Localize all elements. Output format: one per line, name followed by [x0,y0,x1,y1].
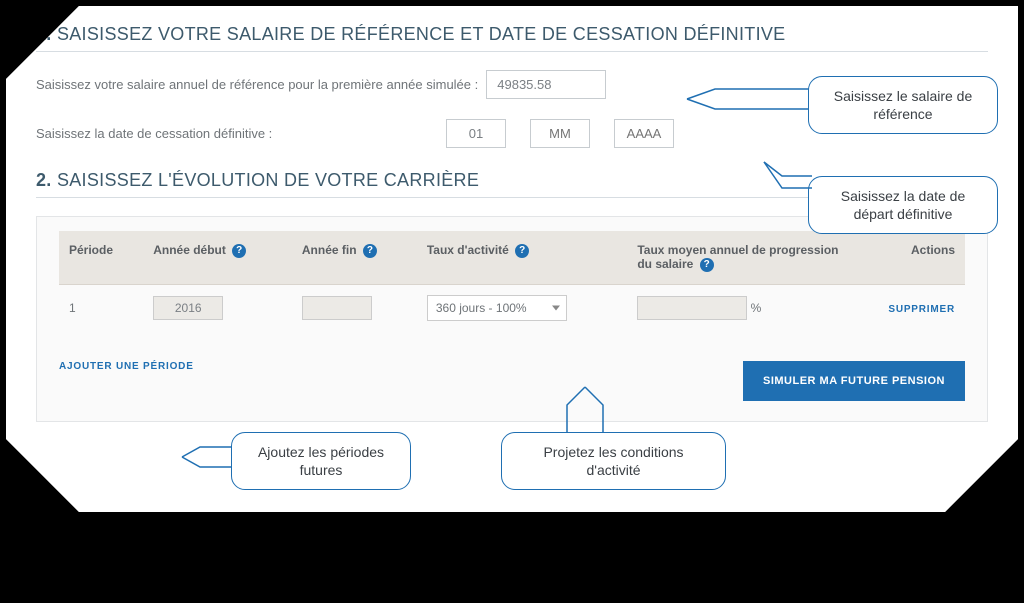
callout-pointer-icon [557,387,617,435]
date-group [446,119,698,148]
salary-label: Saisissez votre salaire annuel de référe… [36,77,478,92]
callout-activity: Projetez les conditions d'activité [501,432,726,490]
section1-heading: 1. SAISISSEZ VOTRE SALAIRE DE RÉFÉRENCE … [36,24,988,45]
date-label: Saisissez la date de cessation définitiv… [36,126,316,141]
section2-title: SAISISSEZ L'ÉVOLUTION DE VOTRE CARRIÈRE [57,170,479,190]
simulate-button[interactable]: SIMULER MA FUTURE PENSION [743,361,965,401]
date-day-input[interactable] [446,119,506,148]
chevron-down-icon [552,305,560,310]
salary-input[interactable] [486,70,606,99]
panel-bottom-bar: AJOUTER UNE PÉRIODE SIMULER MA FUTURE PE… [59,361,965,401]
section1-title: SAISISSEZ VOTRE SALAIRE DE RÉFÉRENCE ET … [57,24,786,44]
percent-suffix: % [751,301,762,315]
callout-date: Saisissez la date de départ définitive [808,176,998,234]
cell-index: 1 [59,284,143,331]
th-annee-fin: Année fin ? [292,231,417,284]
th-taux-progression: Taux moyen annuel de progression du sala… [627,231,851,284]
divider [36,51,988,52]
annee-debut-input[interactable] [153,296,223,320]
callout-pointer-icon [182,441,234,473]
help-icon[interactable]: ? [700,258,714,272]
taux-progression-input[interactable] [637,296,747,320]
page: 1. SAISISSEZ VOTRE SALAIRE DE RÉFÉRENCE … [6,6,1018,512]
date-month-input[interactable] [530,119,590,148]
th-actions: Actions [851,231,965,284]
add-period-button[interactable]: AJOUTER UNE PÉRIODE [59,361,194,372]
callout-pointer-icon [687,81,811,117]
section1-number: 1. [36,24,52,44]
th-periode: Période [59,231,143,284]
table-row: 1 360 jours - 100% % SUPPRIMER [59,284,965,331]
help-icon[interactable]: ? [515,244,529,258]
taux-activite-value: 360 jours - 100% [436,301,527,315]
taux-activite-select[interactable]: 360 jours - 100% [427,295,567,321]
callout-salary: Saisissez le salaire de référence [808,76,998,134]
callout-pointer-icon [764,162,814,192]
help-icon[interactable]: ? [363,244,377,258]
callout-periods: Ajoutez les périodes futures [231,432,411,490]
th-taux-activite: Taux d'activité ? [417,231,627,284]
delete-button[interactable]: SUPPRIMER [888,304,955,315]
periods-table: Période Année début ? Année fin ? Taux d… [59,231,965,331]
table-header-row: Période Année début ? Année fin ? Taux d… [59,231,965,284]
annee-fin-input[interactable] [302,296,372,320]
career-panel: Période Année début ? Année fin ? Taux d… [36,216,988,422]
help-icon[interactable]: ? [232,244,246,258]
section2-number: 2. [36,170,52,190]
date-year-input[interactable] [614,119,674,148]
th-annee-debut: Année début ? [143,231,292,284]
